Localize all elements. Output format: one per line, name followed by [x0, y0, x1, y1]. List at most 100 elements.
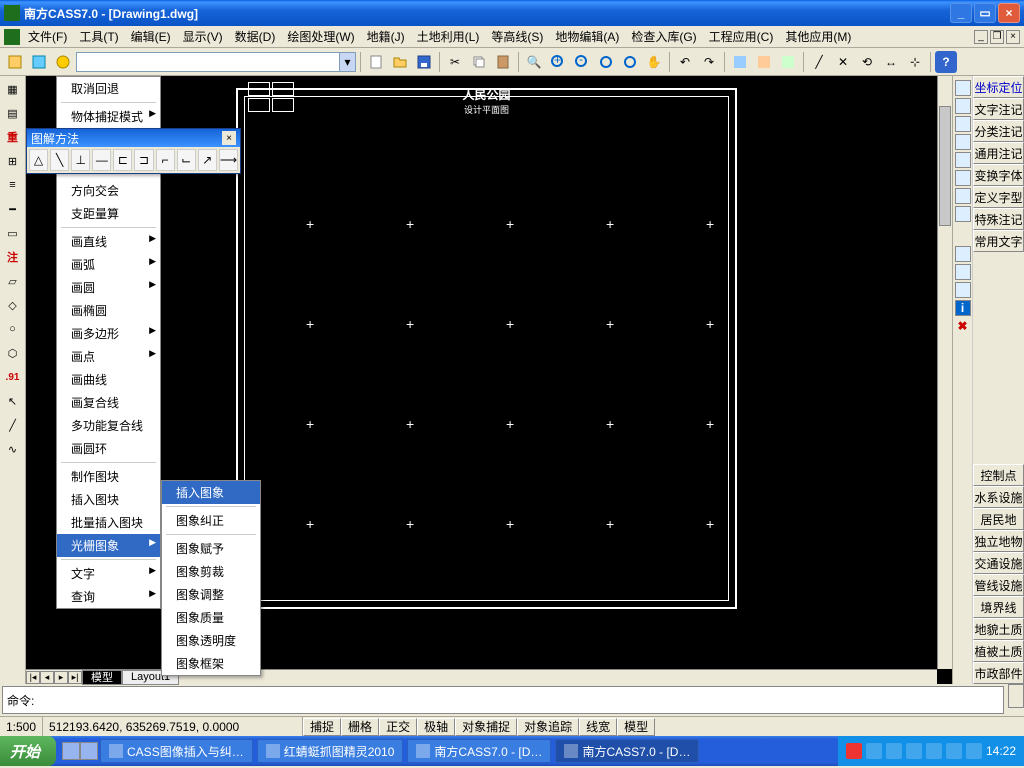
menu-item[interactable]: 插入图象: [162, 481, 260, 504]
snap-icon[interactable]: ⊏: [113, 149, 132, 171]
right-button[interactable]: 市政部件: [973, 662, 1024, 684]
menu-item[interactable]: 画多边形: [57, 322, 160, 345]
tool-icon[interactable]: .91: [2, 366, 24, 388]
tab-prev-button[interactable]: ◂: [40, 671, 54, 684]
status-toggle[interactable]: 正交: [379, 718, 417, 736]
tool-icon[interactable]: ╱: [2, 414, 24, 436]
panel-icon[interactable]: [955, 170, 971, 186]
tray-icon[interactable]: [886, 743, 902, 759]
redo-icon[interactable]: ↷: [698, 51, 720, 73]
info-icon[interactable]: i: [955, 300, 971, 316]
menu-item[interactable]: 多功能复合线: [57, 414, 160, 437]
right-button[interactable]: 水系设施: [973, 486, 1024, 508]
panel-icon[interactable]: [955, 98, 971, 114]
tool-icon[interactable]: ◇: [2, 294, 24, 316]
tool-icon[interactable]: ⬡: [2, 342, 24, 364]
tray-icon[interactable]: [866, 743, 882, 759]
menu-item[interactable]: 插入图块: [57, 488, 160, 511]
minimize-button[interactable]: _: [950, 3, 972, 23]
tool-icon[interactable]: 重: [2, 126, 24, 148]
command-line[interactable]: 命令:: [2, 686, 1004, 714]
tool-icon[interactable]: [729, 51, 751, 73]
tool-icon[interactable]: ↖: [2, 390, 24, 412]
menu-item[interactable]: 画圆环: [57, 437, 160, 460]
status-toggle[interactable]: 对象追踪: [517, 718, 579, 736]
status-toggle[interactable]: 栅格: [341, 718, 379, 736]
menu-item[interactable]: 图象赋予: [162, 537, 260, 560]
tray-icon[interactable]: [846, 743, 862, 759]
tab-model[interactable]: 模型: [82, 670, 122, 685]
snap-icon[interactable]: ⟶: [219, 149, 238, 171]
menu-item[interactable]: 光栅图象: [57, 534, 160, 557]
pan-icon[interactable]: ✋: [643, 51, 665, 73]
panel-icon[interactable]: [955, 264, 971, 280]
menu-item[interactable]: 显示(V): [177, 29, 229, 45]
tab-next-button[interactable]: ▸: [54, 671, 68, 684]
tool-icon[interactable]: ○: [2, 318, 24, 340]
menu-item[interactable]: 制作图块: [57, 465, 160, 488]
start-button[interactable]: 开始: [0, 736, 56, 766]
right-button[interactable]: 定义字型: [973, 186, 1024, 208]
close-button[interactable]: ×: [998, 3, 1020, 23]
tool-icon[interactable]: ∿: [2, 438, 24, 460]
status-toggle[interactable]: 极轴: [417, 718, 455, 736]
measure-icon[interactable]: ↔: [880, 51, 902, 73]
vertical-scrollbar[interactable]: [937, 76, 952, 669]
menu-item[interactable]: 等高线(S): [485, 29, 549, 45]
right-button[interactable]: 控制点: [973, 464, 1024, 486]
snap-icon[interactable]: ⌙: [177, 149, 196, 171]
cut-icon[interactable]: ✂: [444, 51, 466, 73]
menu-item[interactable]: 支距量算: [57, 202, 160, 225]
drawing-canvas[interactable]: 人民公园 设计平面图 ++++++++++++++++++++ 取消回退物体捕捉…: [26, 76, 952, 684]
open-icon[interactable]: [389, 51, 411, 73]
right-button[interactable]: 独立地物: [973, 530, 1024, 552]
snap-icon[interactable]: ⊐: [134, 149, 153, 171]
right-button[interactable]: 坐标定位: [973, 76, 1024, 98]
tool-icon[interactable]: ⟲: [856, 51, 878, 73]
menu-item[interactable]: 图象透明度: [162, 629, 260, 652]
tray-icon[interactable]: [926, 743, 942, 759]
status-toggle[interactable]: 捕捉: [303, 718, 341, 736]
menu-item[interactable]: 画弧: [57, 253, 160, 276]
menu-item[interactable]: 图象剪裁: [162, 560, 260, 583]
panel-icon[interactable]: [955, 80, 971, 96]
copy-icon[interactable]: [468, 51, 490, 73]
menu-item[interactable]: 工具(T): [73, 29, 124, 45]
tool-icon[interactable]: ≡: [2, 174, 24, 196]
snap-icon[interactable]: ⊥: [71, 149, 90, 171]
menu-item[interactable]: 工程应用(C): [703, 29, 780, 45]
panel-icon[interactable]: [955, 116, 971, 132]
status-toggle[interactable]: 对象捕捉: [455, 718, 517, 736]
float-toolbar-graphic[interactable]: 图解方法× △ ╲ ⊥ — ⊏ ⊐ ⌐ ⌙ ↗ ⟶: [26, 128, 241, 174]
right-button[interactable]: 居民地: [973, 508, 1024, 530]
right-button[interactable]: 管线设施: [973, 574, 1024, 596]
tool-icon[interactable]: [28, 51, 50, 73]
menu-item[interactable]: 图象纠正: [162, 509, 260, 532]
snap-icon[interactable]: ⌐: [156, 149, 175, 171]
panel-icon[interactable]: [955, 246, 971, 262]
panel-icon[interactable]: [955, 282, 971, 298]
taskbar-item[interactable]: 南方CASS7.0 - [D…: [555, 739, 699, 763]
snap-icon[interactable]: —: [92, 149, 111, 171]
right-button[interactable]: 境界线: [973, 596, 1024, 618]
menu-item[interactable]: 图象调整: [162, 583, 260, 606]
menu-item[interactable]: 画曲线: [57, 368, 160, 391]
float-close-button[interactable]: ×: [222, 131, 236, 145]
panel-icon[interactable]: [955, 134, 971, 150]
doc-close-button[interactable]: ×: [1006, 30, 1020, 44]
menu-item[interactable]: 地籍(J): [361, 29, 411, 45]
tray-icon[interactable]: [946, 743, 962, 759]
menu-item[interactable]: 画圆: [57, 276, 160, 299]
draw-cross-icon[interactable]: ✕: [832, 51, 854, 73]
right-button[interactable]: 文字注记: [973, 98, 1024, 120]
menu-item[interactable]: 文件(F): [22, 29, 73, 45]
status-toggle[interactable]: 模型: [617, 718, 655, 736]
doc-minimize-button[interactable]: _: [974, 30, 988, 44]
menu-item[interactable]: 物体捕捉模式: [57, 105, 160, 128]
menu-item[interactable]: 画复合线: [57, 391, 160, 414]
save-icon[interactable]: [413, 51, 435, 73]
tool-icon[interactable]: ▭: [2, 222, 24, 244]
menu-item[interactable]: 方向交会: [57, 179, 160, 202]
zoom-extents-icon[interactable]: [595, 51, 617, 73]
layer-combo[interactable]: ▾: [76, 52, 356, 72]
